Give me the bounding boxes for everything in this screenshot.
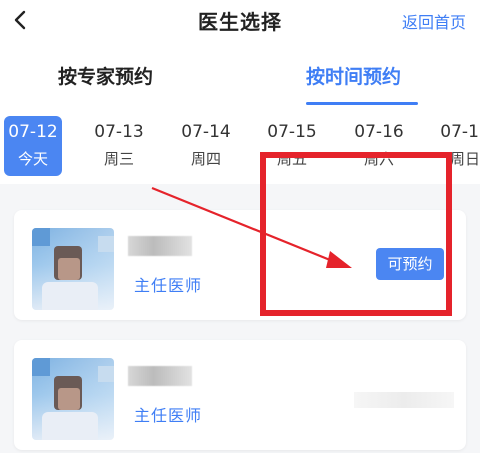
- doctor-avatar: [32, 358, 114, 440]
- doctor-title: 主任医师: [134, 276, 203, 295]
- date-item[interactable]: 07-13 周三: [90, 116, 148, 176]
- doctor-title: 主任医师: [134, 406, 203, 425]
- tab-book-by-time[interactable]: 按时间预约: [306, 62, 401, 89]
- booking-mode-tabs: 按专家预约 按时间预约: [0, 42, 480, 110]
- doctor-name-redacted: [128, 236, 192, 256]
- active-tab-underline: [306, 102, 418, 105]
- date-label: 07-14: [181, 122, 231, 142]
- top-navigation-bar: 医生选择 返回首页: [0, 0, 480, 42]
- date-label: 07-17: [440, 122, 480, 142]
- tab-book-by-expert[interactable]: 按专家预约: [58, 62, 153, 89]
- annotation-highlight-box: [260, 152, 452, 316]
- doctor-selection-screen: 医生选择 返回首页 按专家预约 按时间预约 07-12 今天 07-13 周三 …: [0, 0, 480, 453]
- doctor-card[interactable]: 主任医师: [14, 340, 466, 450]
- button-placeholder-redacted: [354, 392, 454, 408]
- date-item[interactable]: 07-12 今天: [4, 116, 62, 176]
- weekday-label: 今天: [17, 150, 48, 168]
- date-label: 07-16: [354, 122, 404, 142]
- return-home-link[interactable]: 返回首页: [402, 9, 466, 33]
- doctor-avatar: [32, 228, 114, 310]
- weekday-label: 周四: [190, 150, 221, 168]
- date-label: 07-12: [8, 122, 58, 142]
- doctor-name-redacted: [128, 366, 192, 386]
- date-item[interactable]: 07-14 周四: [177, 116, 235, 176]
- date-label: 07-13: [94, 122, 144, 142]
- date-label: 07-15: [267, 122, 317, 142]
- weekday-label: 周三: [103, 150, 134, 168]
